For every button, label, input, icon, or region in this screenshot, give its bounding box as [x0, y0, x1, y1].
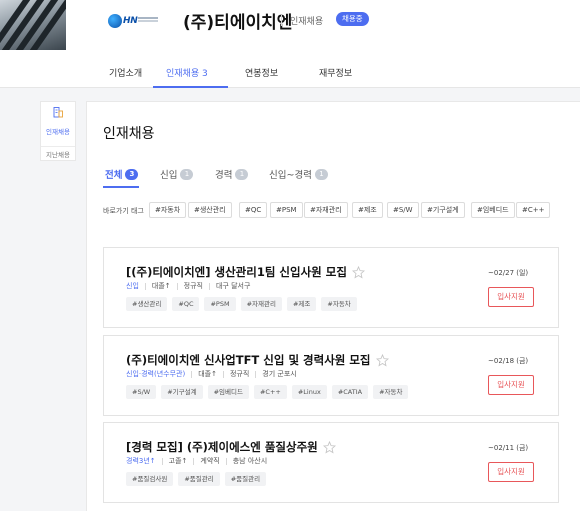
recruitment-panel: 인재채용 전체 3 신입 1 경력 1 신입~경력 1 바로가기 태그 #자동차 #생산…	[86, 101, 580, 511]
job-tag: #QC	[172, 297, 200, 311]
job-tag: #생산관리	[126, 297, 168, 311]
job-tags: #S/W #기구설계 #임베디드 #C++ #Linux #CATIA #자동차	[126, 385, 413, 399]
job-tags: #생산관리 #QC #PSM #자재관리 #제조 #자동차	[126, 297, 362, 311]
tab-all[interactable]: 전체 3	[105, 167, 139, 181]
quick-tag[interactable]: #생산관리	[188, 202, 232, 218]
company-name: (주)티에이치엔	[183, 13, 293, 33]
job-tag: #품질관리	[224, 472, 267, 486]
job-meta: 경력3년↑ 고졸↑ 계약직 충남 아산시	[126, 457, 268, 465]
job-tag: #S/W	[126, 385, 157, 399]
job-tag: #품질검사원	[126, 472, 174, 486]
job-title[interactable]: [(주)티에이치엔] 생산관리1팀 신입사원 모집	[126, 264, 365, 280]
apply-button[interactable]: 입사지원	[488, 375, 534, 395]
tab-count-badge: 3	[125, 168, 139, 180]
job-title[interactable]: (주)티에이치엔 신사업TFT 신입 및 경력사원 모집	[126, 352, 389, 368]
job-meta: 신입·경력(년수무관) 대졸↑ 정규직 경기 군포시	[126, 370, 297, 378]
quick-tag[interactable]: #자재관리	[304, 202, 348, 218]
job-deadline: ~02/27 (일)	[488, 269, 529, 277]
job-tag: #자재관리	[240, 297, 282, 311]
quick-tags-label: 바로가기 태그	[103, 207, 144, 215]
side-item-past-recruitment[interactable]: 지난채용	[41, 146, 75, 159]
quick-tag[interactable]: #S/W	[387, 202, 419, 218]
tab-experienced[interactable]: 경력 1	[215, 167, 249, 181]
tab-count-badge: 1	[180, 168, 194, 180]
job-tag: #CATIA	[331, 385, 369, 399]
quick-tag[interactable]: #제조	[352, 202, 383, 218]
side-item-recruitment[interactable]: 인재채용	[41, 126, 75, 136]
job-tag: #기구설계	[161, 385, 203, 399]
apply-button[interactable]: 입사지원	[488, 462, 534, 482]
job-tag: #임베디드	[207, 385, 249, 399]
side-menu: 인재채용 지난채용	[40, 101, 76, 161]
job-tag: #C++	[253, 385, 287, 399]
header-banner-image	[0, 0, 66, 50]
job-tag: #자동차	[373, 385, 409, 399]
tab-new-grad[interactable]: 신입 1	[160, 167, 194, 181]
star-icon[interactable]	[375, 353, 389, 367]
page-title: 인재채용	[103, 126, 155, 142]
job-deadline: ~02/11 (금)	[488, 444, 529, 452]
quick-tag[interactable]: #PSM	[270, 202, 303, 218]
quick-tag[interactable]: #자동차	[149, 202, 187, 218]
nav-tab-recruitment[interactable]: 인재채용 3	[166, 66, 208, 79]
apply-button[interactable]: 입사지원	[488, 287, 534, 307]
quick-tag[interactable]: #임베디드	[471, 202, 515, 218]
job-tags: #품질검사원 #품질관리 #품질관리	[126, 472, 271, 486]
nav-tab-salary[interactable]: 연봉정보	[245, 66, 278, 79]
job-posting-card[interactable]: [경력 모집] (주)제이에스엔 품질상주원 경력3년↑ 고졸↑ 계약직 충남 …	[103, 422, 559, 503]
job-tag: #제조	[286, 297, 317, 311]
building-icon	[53, 107, 63, 118]
company-logo: HN	[108, 13, 158, 29]
job-deadline: ~02/18 (금)	[488, 357, 529, 365]
job-title[interactable]: [경력 모집] (주)제이에스엔 품질상주원	[126, 439, 336, 455]
nav-tab-company-info[interactable]: 기업소개	[109, 66, 142, 79]
job-tag: #자동차	[321, 297, 357, 311]
star-icon[interactable]	[322, 440, 336, 454]
star-icon[interactable]	[351, 265, 365, 279]
tab-count-badge: 1	[314, 168, 328, 180]
job-meta: 신입 대졸↑ 정규직 대구 달서구	[126, 282, 251, 290]
job-tag: #Linux	[291, 385, 327, 399]
header-divider	[281, 15, 282, 26]
tab-active-indicator	[103, 186, 139, 188]
job-posting-card[interactable]: [(주)티에이치엔] 생산관리1팀 신입사원 모집 신입 대졸↑ 정규직 대구 …	[103, 247, 559, 328]
tab-new-or-experienced[interactable]: 신입~경력 1	[269, 167, 328, 181]
quick-tag[interactable]: #QC	[239, 202, 268, 218]
tab-count-badge: 1	[235, 168, 249, 180]
quick-tag[interactable]: #C++	[516, 202, 551, 218]
nav-active-indicator	[153, 86, 228, 88]
header-subtitle: 인재채용	[290, 17, 324, 27]
hiring-badge: 채용중	[336, 12, 369, 26]
nav-tab-finance[interactable]: 재무정보	[319, 66, 352, 79]
job-tag: #품질관리	[178, 472, 220, 486]
quick-tag[interactable]: #기구설계	[421, 202, 465, 218]
company-header: HN (주)티에이치엔 인재채용 채용중 기업소개 인재채용 3 연봉정보 재무…	[0, 0, 580, 88]
job-posting-card[interactable]: (주)티에이치엔 신사업TFT 신입 및 경력사원 모집 신입·경력(년수무관)…	[103, 335, 559, 416]
job-tag: #PSM	[204, 297, 236, 311]
